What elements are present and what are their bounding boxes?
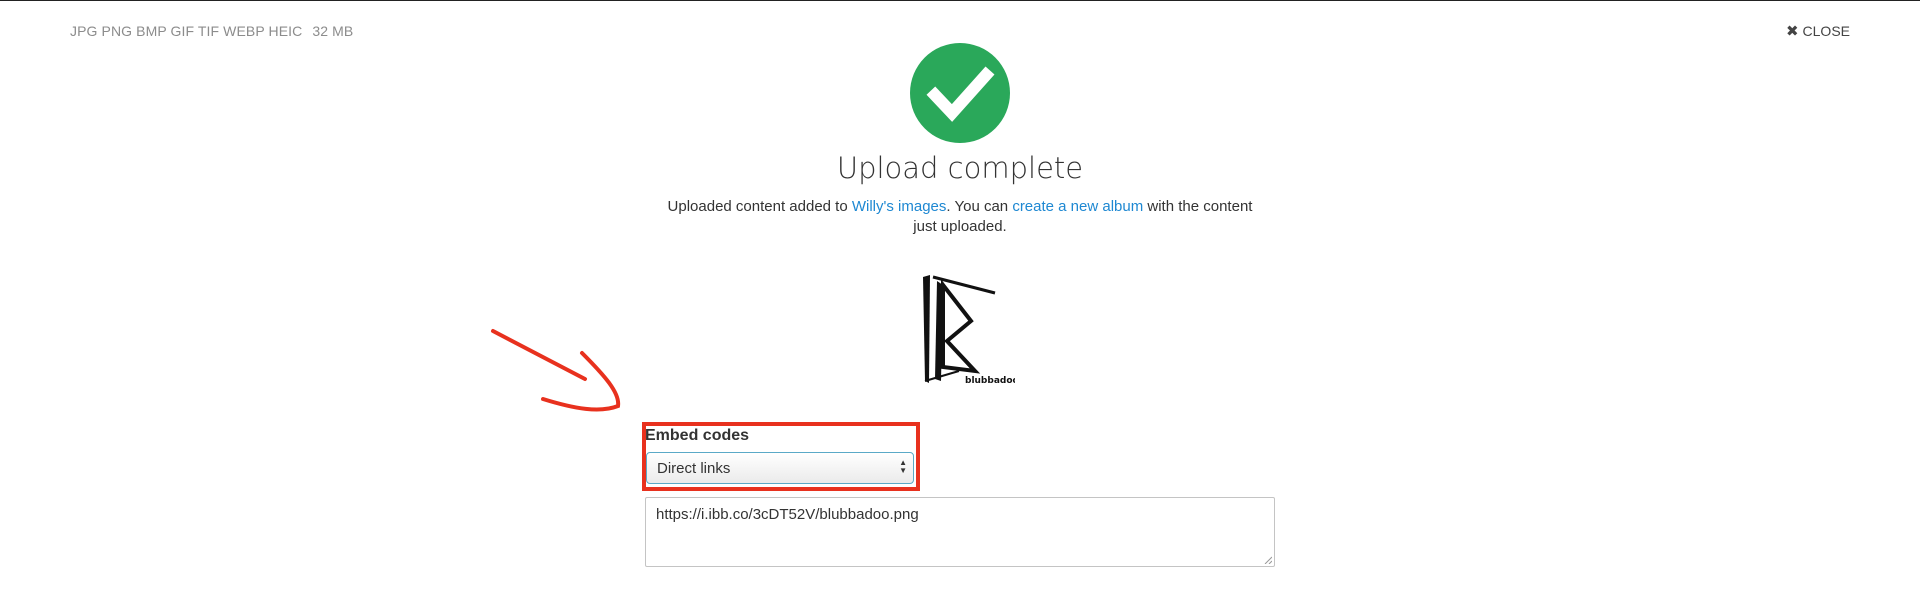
page-title: Upload complete [836,151,1084,185]
close-label: CLOSE [1802,23,1850,39]
embed-code-textarea[interactable]: https://i.ibb.co/3cDT52V/blubbadoo.png [645,497,1275,567]
upload-description: Uploaded content added to Willy's images… [655,197,1265,237]
embed-codes-selected-value: Direct links [657,459,731,477]
allowed-formats-info: JPG PNG BMP GIF TIF WEBP HEIC 32 MB [70,23,353,39]
max-file-size: 32 MB [312,23,354,39]
thumbnail-caption: blubbadoo [965,376,1015,386]
allowed-formats: JPG PNG BMP GIF TIF WEBP HEIC [70,23,303,39]
embed-codes-select[interactable]: Direct links ▲ ▼ [646,452,914,484]
album-link[interactable]: Willy's images [852,198,947,215]
embed-codes-label: Embed codes [645,427,750,444]
resize-grip-icon[interactable] [1264,556,1272,564]
close-icon: ✖ [1785,22,1799,40]
check-circle-icon [910,43,1010,143]
annotation-arrow-icon [491,329,621,412]
create-album-link[interactable]: create a new album [1012,198,1143,215]
select-arrows-icon: ▲ ▼ [899,458,907,475]
upload-complete-modal: JPG PNG BMP GIF TIF WEBP HEIC 32 MB ✖ CL… [0,0,1920,610]
embed-code-value: https://i.ibb.co/3cDT52V/blubbadoo.png [656,506,919,523]
close-button[interactable]: ✖ CLOSE [1786,23,1850,39]
description-text: Uploaded content added to [667,198,852,215]
uploaded-image-thumbnail[interactable]: blubbadoo [915,271,1015,391]
description-text: . You can [946,198,1013,215]
